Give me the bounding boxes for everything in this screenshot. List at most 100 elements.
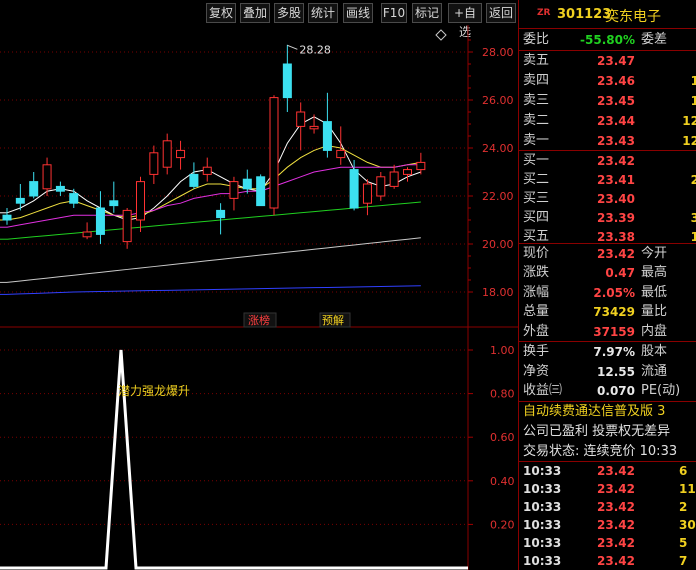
ask-row: 卖二 23.44 12 — [519, 111, 696, 131]
price-tick-label: 26.00 — [482, 94, 514, 107]
candle-body-down — [256, 176, 266, 207]
stat-row: 总量 73429 量比 — [519, 302, 696, 322]
candle-body-down — [322, 121, 332, 151]
ma-line-4 — [6, 201, 421, 240]
ask-level-label: 卖一 — [523, 133, 550, 148]
info-line: 交易状态: 连续竞价 10:33 — [523, 444, 678, 459]
f10-button[interactable]: F10 — [381, 3, 407, 23]
candle-body-down — [69, 193, 79, 204]
weibi-label: 委比 — [523, 32, 550, 47]
ask-price: 23.46 — [597, 74, 635, 88]
stat-label-right: 量比 — [641, 304, 668, 320]
candle-body-up — [229, 181, 239, 199]
tick-volume: 6 — [679, 464, 688, 478]
bid-level-label: 买三 — [523, 191, 550, 206]
info-line: 公司已盈利 投票权无差异 — [523, 424, 671, 439]
signal-label: 潜力强龙爆升 — [118, 384, 190, 398]
tick-price: 23.42 — [597, 536, 635, 550]
bid-level-label: 买二 — [523, 172, 550, 187]
high-marker-label: 28.28 — [299, 43, 331, 56]
candle-body-up — [269, 97, 279, 209]
tick-row: 10:33 23.42 30 — [519, 516, 696, 534]
ask-volume: 12 — [682, 134, 696, 148]
bid-volume: 2 — [691, 170, 696, 190]
ask-price: 23.43 — [597, 134, 635, 148]
tick-volume: 11 — [679, 482, 696, 496]
price-tick-label: 20.00 — [482, 238, 514, 251]
fundamental-label-right: 流通 — [641, 363, 668, 379]
stat-row: 涨幅 2.05% 最低 — [519, 283, 696, 303]
back-button[interactable]: 返回 — [486, 3, 516, 23]
bid-price: 23.40 — [597, 192, 635, 206]
ask-level-label: 卖二 — [523, 113, 550, 128]
ma-line-1 — [6, 116, 422, 221]
fundamental-value: 12.55 — [597, 364, 635, 379]
bid-level-label: 买四 — [523, 210, 550, 225]
tick-volume: 5 — [679, 536, 688, 550]
bid-price: 23.41 — [597, 173, 635, 187]
fundamental-label: 净资 — [523, 363, 550, 379]
stats-button[interactable]: 统计 — [308, 3, 338, 23]
tick-time: 10:33 — [523, 554, 562, 568]
signal-line — [0, 349, 468, 570]
bid-price: 23.39 — [597, 211, 635, 225]
bid-level-label: 买一 — [523, 153, 550, 168]
draw-line-button[interactable]: 画线 — [343, 3, 373, 23]
stat-label-right: 最低 — [641, 284, 668, 300]
stock-name: 奕东电子 — [605, 9, 661, 25]
ask-level-label: 卖五 — [523, 53, 550, 68]
candle-body-down — [349, 169, 359, 209]
overlay-button[interactable]: 叠加 — [240, 3, 270, 23]
forecast-badge-label: 预解 — [322, 313, 344, 327]
bid-volume: 3 — [691, 208, 696, 228]
candle-body-up — [376, 176, 386, 197]
chart-area[interactable]: 28.00 26.00 24.00 22.00 20.00 18.00 1.00 0.80 0.… — [0, 25, 518, 570]
stat-label: 外盘 — [523, 323, 550, 339]
stock-code: 301123 — [557, 7, 612, 22]
candle-body-down — [282, 63, 292, 99]
stat-row: 外盘 37159 内盘 — [519, 322, 696, 342]
limit-up-badge-label: 涨榜 — [248, 313, 270, 327]
ask-row: 卖一 23.43 12 — [519, 131, 696, 151]
price-tick-label: 24.00 — [482, 142, 514, 155]
ask-row: 卖三 23.45 1 — [519, 91, 696, 111]
candle-body-up — [149, 152, 159, 175]
multi-stock-button[interactable]: 多股 — [274, 3, 304, 23]
bid-row: 买一 23.42 — [519, 151, 696, 171]
candle-body-down — [242, 178, 252, 190]
stat-label-right: 今开 — [641, 246, 668, 261]
fundamental-value: 7.97% — [593, 345, 635, 359]
stat-value: 0.47 — [605, 266, 635, 281]
stat-label: 涨跌 — [523, 265, 550, 281]
mark-button[interactable]: 标记 — [412, 3, 442, 23]
ask-price: 23.45 — [597, 94, 635, 108]
candle-body-down — [29, 181, 39, 197]
tick-time: 10:33 — [523, 482, 562, 496]
tick-time: 10:33 — [523, 464, 562, 478]
candle-body-up — [122, 209, 132, 243]
add-watchlist-button[interactable]: +自选 — [448, 3, 482, 39]
ask-volume: 12 — [682, 114, 696, 128]
fuquan-button[interactable]: 复权 — [206, 3, 236, 23]
candle-body-up — [42, 164, 52, 190]
tick-row: 10:33 23.42 6 — [519, 462, 696, 480]
chart-toolbar: 复权 叠加 多股 统计 画线 F10 标记 +自选 返回 — [0, 0, 518, 39]
fundamental-label: 收益㈢ — [523, 383, 563, 398]
info-line: 自动续费通达信普及版 3 — [523, 404, 666, 419]
ask-price: 23.44 — [597, 114, 635, 128]
high-marker-line — [287, 44, 298, 50]
stat-value: 73429 — [593, 305, 635, 320]
ask-level-label: 卖三 — [523, 93, 550, 108]
stat-label-right: 最高 — [641, 265, 668, 281]
indicator-tick-label: 1.00 — [490, 344, 515, 357]
price-tick-label: 28.00 — [482, 46, 514, 59]
candle-body-up — [362, 183, 372, 204]
stat-label: 现价 — [523, 246, 550, 261]
tick-volume: 7 — [679, 554, 688, 568]
tick-price: 23.42 — [597, 500, 635, 514]
tick-price: 23.42 — [597, 518, 635, 532]
kline-chart[interactable]: 28.00 26.00 24.00 22.00 20.00 18.00 1.00 0.80 0.… — [0, 25, 518, 570]
candle-body-up — [162, 140, 172, 168]
ma-line-2 — [6, 145, 421, 221]
diamond-icon[interactable] — [435, 29, 447, 41]
